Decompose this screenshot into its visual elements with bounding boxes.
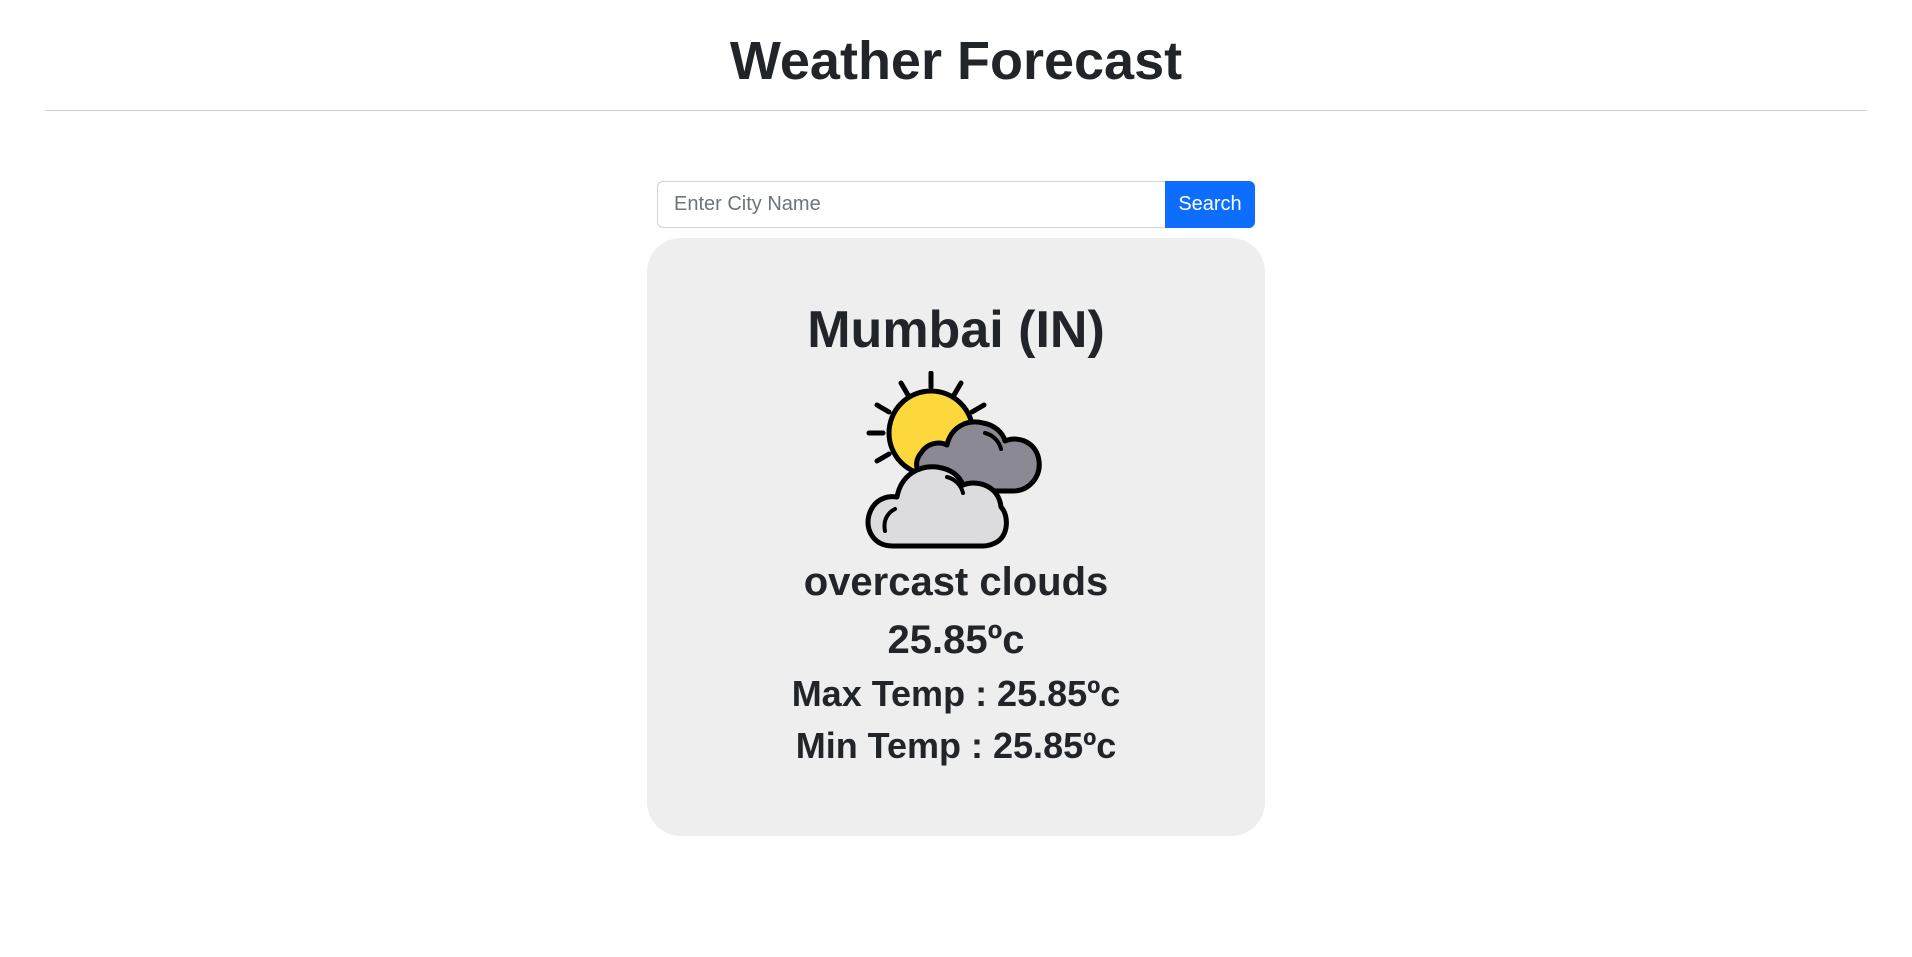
search-bar: Search [657, 181, 1255, 228]
min-temperature: Min Temp : 25.85ºc [795, 725, 1117, 766]
page: Weather Forecast Search Mumbai (IN) [0, 0, 1912, 957]
search-button[interactable]: Search [1165, 181, 1255, 228]
header-divider [45, 110, 1867, 111]
weather-description: overcast clouds [803, 560, 1109, 604]
max-temperature: Max Temp : 25.85ºc [791, 673, 1121, 714]
city-name: Mumbai (IN) [807, 301, 1105, 359]
weather-card: Mumbai (IN) overcast clouds 25.85ºc Max … [647, 238, 1265, 836]
city-search-input[interactable] [657, 181, 1165, 228]
page-title: Weather Forecast [729, 31, 1183, 91]
sun-behind-clouds-icon [863, 370, 1053, 551]
current-temperature: 25.85ºc [887, 618, 1025, 662]
